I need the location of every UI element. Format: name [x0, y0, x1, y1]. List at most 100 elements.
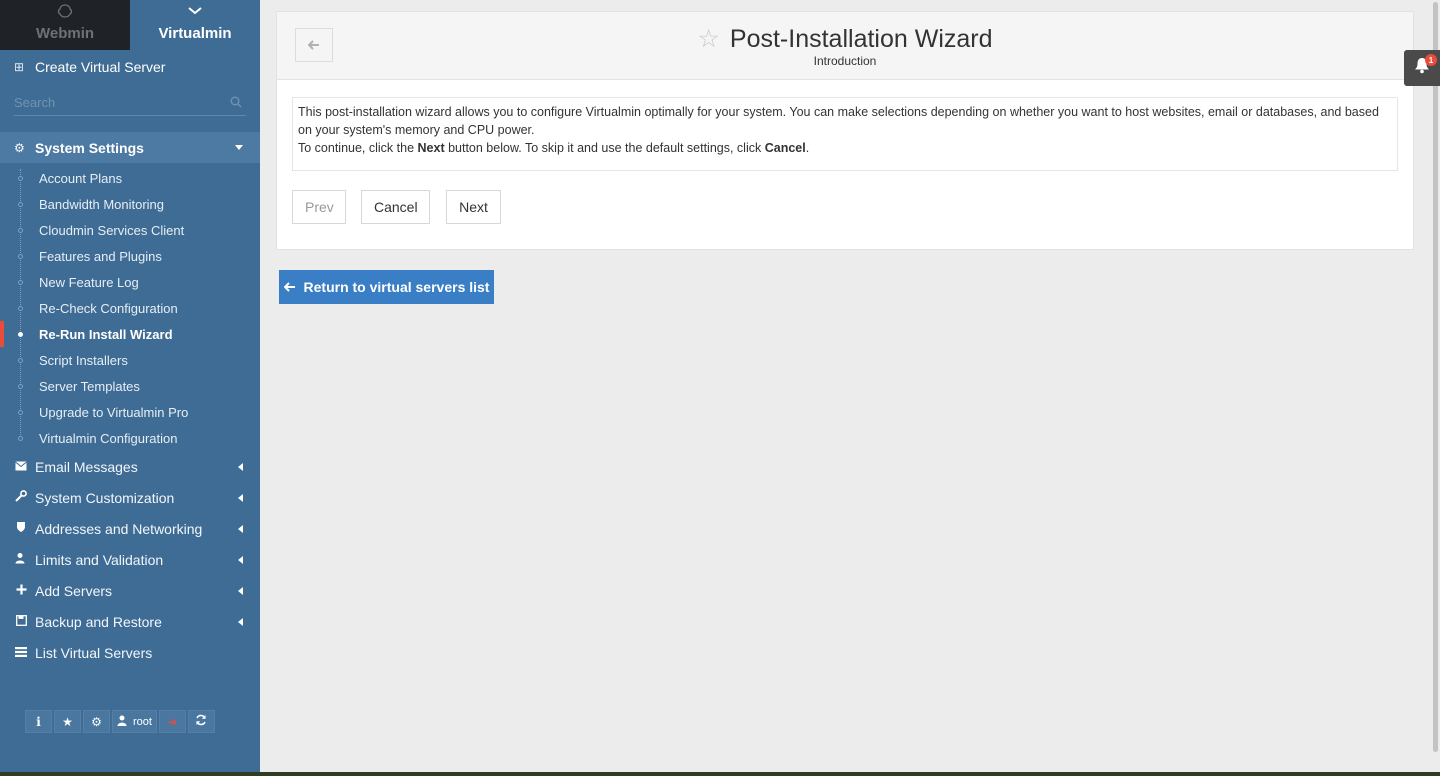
- sidebar-item-rerun-install-wizard[interactable]: Re-Run Install Wizard: [0, 321, 260, 347]
- page-scrollbar[interactable]: [1431, 0, 1440, 772]
- active-marker: [0, 321, 4, 347]
- sidebar-item-label: Upgrade to Virtualmin Pro: [39, 404, 189, 420]
- wizard-buttons: Prev Cancel Next: [292, 190, 501, 224]
- sidebar-item-account-plans[interactable]: Account Plans: [0, 165, 260, 191]
- caret-left-icon: [238, 463, 243, 471]
- sidebar-item-label: Features and Plugins: [39, 248, 162, 264]
- user-lock-icon: [14, 552, 28, 567]
- notification-count-badge: 1: [1425, 54, 1437, 66]
- wizard-panel: ☆ Post-Installation Wizard Introduction T…: [276, 11, 1414, 250]
- sidebar-category-email-messages[interactable]: Email Messages: [0, 451, 260, 482]
- caret-left-icon: [238, 618, 243, 626]
- sidebar-item-script-installers[interactable]: Script Installers: [0, 347, 260, 373]
- category-label: List Virtual Servers: [35, 644, 153, 661]
- sidebar-category-limits-and-validation[interactable]: Limits and Validation: [0, 544, 260, 575]
- intro-line-2-suffix: .: [805, 141, 810, 155]
- sidebar-item-label: Bandwidth Monitoring: [39, 196, 165, 212]
- shield-icon: [14, 521, 28, 536]
- intro-line-2-mid: button below. To skip it and use the def…: [444, 141, 765, 155]
- webmin-tab[interactable]: Webmin: [0, 0, 130, 50]
- page-title-text: Post-Installation Wizard: [729, 25, 993, 53]
- page-title: ☆ Post-Installation Wizard: [277, 24, 1413, 54]
- intro-line-1: This post-installation wizard allows you…: [298, 105, 1379, 137]
- arrow-left-icon: [283, 279, 296, 295]
- sidebar-item-recheck-configuration[interactable]: Re-Check Configuration: [0, 295, 260, 321]
- sidebar-item-server-templates[interactable]: Server Templates: [0, 373, 260, 399]
- bullet-icon: [18, 436, 23, 441]
- bullet-icon: [18, 228, 23, 233]
- search-input[interactable]: [14, 91, 214, 113]
- page-subtitle: Introduction: [813, 54, 877, 68]
- caret-down-icon: [235, 145, 243, 150]
- floppy-icon: [14, 614, 28, 629]
- search-icon[interactable]: [230, 95, 242, 108]
- intro-text-box: This post-installation wizard allows you…: [292, 97, 1398, 171]
- caret-left-icon: [238, 556, 243, 564]
- username-label: root: [133, 715, 152, 728]
- plus-icon: [14, 584, 28, 598]
- star-icon: ★: [62, 714, 73, 729]
- logout-button[interactable]: ➔: [158, 710, 186, 733]
- bullet-icon: [18, 306, 23, 311]
- bottom-strip: [0, 772, 1440, 776]
- sidebar-category-add-servers[interactable]: Add Servers: [0, 575, 260, 606]
- sidebar-item-label: Cloudmin Services Client: [39, 222, 185, 238]
- sidebar-category-system-customization[interactable]: System Customization: [0, 482, 260, 513]
- sidebar-category-addresses-and-networking[interactable]: Addresses and Networking: [0, 513, 260, 544]
- caret-left-icon: [238, 525, 243, 533]
- sidebar-item-cloudmin-services-client[interactable]: Cloudmin Services Client: [0, 217, 260, 243]
- bullet-icon: [18, 254, 23, 259]
- sidebar-item-features-and-plugins[interactable]: Features and Plugins: [0, 243, 260, 269]
- main-content: ☆ Post-Installation Wizard Introduction T…: [260, 0, 1431, 772]
- bullet-icon: [18, 384, 23, 389]
- bullet-icon: [18, 358, 23, 363]
- create-virtual-server-link[interactable]: ⊞ Create Virtual Server: [0, 50, 260, 84]
- chevron-down-icon: [130, 4, 260, 18]
- return-to-list-button[interactable]: Return to virtual servers list: [279, 270, 494, 304]
- info-button[interactable]: i: [25, 710, 52, 733]
- category-label: Email Messages: [35, 458, 138, 475]
- scrollbar-thumb[interactable]: [1433, 2, 1438, 752]
- theme-config-button[interactable]: ⚙: [83, 710, 110, 733]
- sidebar-item-bandwidth-monitoring[interactable]: Bandwidth Monitoring: [0, 191, 260, 217]
- category-label: System Customization: [35, 489, 175, 506]
- logout-icon: ➔: [167, 714, 178, 729]
- virtualmin-tab[interactable]: Virtualmin: [130, 0, 260, 50]
- next-button[interactable]: Next: [446, 190, 501, 224]
- bullet-icon: [18, 332, 23, 337]
- sidebar-item-new-feature-log[interactable]: New Feature Log: [0, 269, 260, 295]
- sidebar-category-list-virtual-servers[interactable]: List Virtual Servers: [0, 637, 260, 668]
- category-label: Addresses and Networking: [35, 520, 203, 537]
- cancel-button[interactable]: Cancel: [361, 190, 430, 224]
- refresh-button[interactable]: [187, 710, 215, 733]
- intro-cancel-word: Cancel: [764, 141, 806, 155]
- system-settings-items: Account Plans Bandwidth Monitoring Cloud…: [0, 165, 260, 451]
- sidebar-item-label: Server Templates: [39, 378, 140, 394]
- panel-header: ☆ Post-Installation Wizard Introduction: [277, 12, 1413, 80]
- bullet-icon: [18, 280, 23, 285]
- prev-button[interactable]: Prev: [292, 190, 346, 224]
- bullet-icon: [18, 176, 23, 181]
- user-button[interactable]: root: [112, 710, 157, 733]
- webmin-label: Webmin: [35, 25, 95, 42]
- info-icon: i: [36, 714, 41, 729]
- refresh-icon: [195, 714, 207, 729]
- sidebar-item-label: New Feature Log: [39, 274, 139, 290]
- star-outline-icon[interactable]: ☆: [697, 25, 719, 53]
- system-settings-section[interactable]: ⚙ System Settings: [0, 132, 260, 163]
- cogs-icon: ⚙: [91, 714, 102, 729]
- sidebar-item-upgrade-to-virtualmin-pro[interactable]: Upgrade to Virtualmin Pro: [0, 399, 260, 425]
- notifications-button[interactable]: 1: [1404, 50, 1440, 86]
- intro-next-word: Next: [417, 141, 445, 155]
- sidebar-item-label: Script Installers: [39, 352, 128, 368]
- favorites-button[interactable]: ★: [54, 710, 81, 733]
- plus-square-icon: ⊞: [14, 60, 25, 74]
- sidebar-item-virtualmin-configuration[interactable]: Virtualmin Configuration: [0, 425, 260, 451]
- sidebar-item-label: Re-Run Install Wizard: [39, 326, 173, 342]
- sidebar-category-backup-and-restore[interactable]: Backup and Restore: [0, 606, 260, 637]
- caret-left-icon: [238, 494, 243, 502]
- webmin-logo-icon: [0, 4, 130, 20]
- bullet-icon: [18, 410, 23, 415]
- user-icon: [117, 715, 127, 729]
- sidebar: Webmin Virtualmin ⊞ Create Virtual Serve…: [0, 0, 260, 772]
